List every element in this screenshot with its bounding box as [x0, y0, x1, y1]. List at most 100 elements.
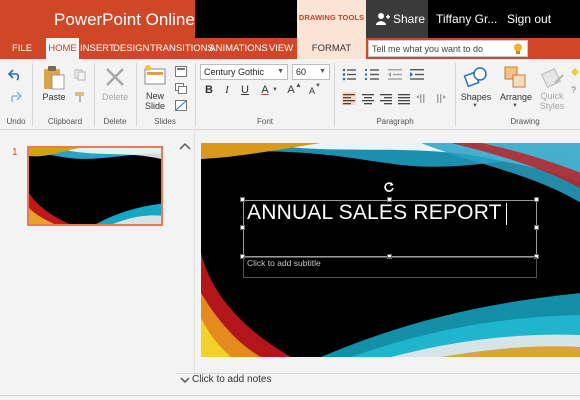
- separator: [94, 63, 95, 127]
- quick-styles-label-1: Quick: [540, 91, 564, 101]
- font-name-value: Century Gothic: [204, 67, 265, 77]
- chevron-down-icon: ▼: [319, 68, 326, 75]
- resize-handle[interactable]: [534, 197, 539, 202]
- separator: [136, 63, 137, 127]
- chevron-down-icon: ▼: [272, 87, 278, 93]
- format-painter-icon[interactable]: [74, 91, 86, 103]
- resize-handle[interactable]: [240, 197, 245, 202]
- tab-insert[interactable]: INSERT: [80, 38, 115, 59]
- app-name: PowerPoint Online: [54, 10, 195, 29]
- tab-view[interactable]: VIEW: [268, 38, 294, 59]
- slide-title[interactable]: ANNUAL SALES REPORT: [247, 201, 502, 225]
- justify-icon[interactable]: [397, 92, 411, 105]
- shape-fill-icon[interactable]: [570, 66, 580, 78]
- slide-number: 1: [12, 147, 18, 158]
- paste-button[interactable]: Paste: [40, 92, 68, 102]
- clipboard-group-label: Clipboard: [47, 117, 83, 126]
- layout-icon[interactable]: [175, 66, 187, 77]
- grow-arrow-icon: ▲: [295, 82, 302, 89]
- quick-styles-icon[interactable]: [541, 65, 565, 91]
- delete-x-icon[interactable]: [104, 66, 126, 88]
- tab-transitions[interactable]: TRANSITIONS: [150, 38, 214, 59]
- user-name[interactable]: Tiffany Gr...: [436, 12, 497, 26]
- tab-home[interactable]: HOME: [46, 38, 79, 59]
- align-center-icon[interactable]: [361, 92, 375, 105]
- font-size-value: 60: [296, 67, 307, 77]
- notes-placeholder[interactable]: Click to add notes: [192, 374, 272, 385]
- resize-handle[interactable]: [240, 225, 245, 230]
- chevron-down-icon: ▼: [472, 103, 478, 109]
- status-bar: [0, 395, 580, 400]
- separator: [334, 63, 335, 127]
- align-right-icon[interactable]: [379, 92, 393, 105]
- chevron-down-icon: ▼: [277, 68, 284, 75]
- font-color-button[interactable]: A: [258, 84, 272, 96]
- undo-icon[interactable]: [8, 69, 22, 81]
- duplicate-slide-icon[interactable]: [175, 83, 187, 94]
- rotate-handle-icon[interactable]: [383, 181, 395, 193]
- tab-file[interactable]: FILE: [8, 38, 36, 59]
- powerpoint-online-window: PowerPoint Online DRAWING TOOLS Share Ti…: [0, 0, 580, 400]
- help-icon[interactable]: ?: [571, 85, 576, 95]
- italic-button[interactable]: I: [220, 84, 234, 96]
- resize-handle[interactable]: [534, 225, 539, 230]
- new-slide-icon[interactable]: [143, 64, 167, 86]
- copy-icon[interactable]: [74, 69, 86, 81]
- chevron-down-icon[interactable]: [180, 375, 190, 385]
- tell-me-box[interactable]: [368, 40, 528, 57]
- undo-group-label: Undo: [6, 117, 26, 126]
- delete-group-label: Delete: [103, 117, 127, 126]
- paste-icon[interactable]: [42, 65, 66, 91]
- hide-slide-icon[interactable]: [175, 100, 187, 111]
- paragraph-group-label: Paragraph: [376, 117, 414, 126]
- pane-divider: [176, 131, 195, 373]
- tab-design[interactable]: DESIGN: [113, 38, 149, 59]
- slides-group-label: Slides: [154, 117, 176, 126]
- tab-animations[interactable]: ANIMATIONS: [209, 38, 268, 59]
- share-button[interactable]: Share: [366, 0, 428, 38]
- shapes-icon[interactable]: [463, 65, 489, 91]
- quick-styles-button[interactable]: Quick Styles: [535, 91, 569, 111]
- app-brand[interactable]: PowerPoint Online: [0, 0, 195, 38]
- text-cursor: [506, 203, 507, 225]
- drawing-tools-label: DRAWING TOOLS: [298, 13, 365, 22]
- font-name-select[interactable]: Century Gothic ▼: [200, 64, 288, 80]
- underline-button[interactable]: U: [238, 84, 252, 96]
- numbering-icon[interactable]: [365, 68, 379, 81]
- new-slide-button[interactable]: New Slide: [140, 91, 170, 111]
- align-left-icon[interactable]: [342, 92, 356, 105]
- separator: [32, 63, 33, 127]
- subtitle-placeholder-text[interactable]: Click to add subtitle: [247, 258, 321, 268]
- shrink-arrow-icon: ▼: [315, 83, 321, 89]
- delete-button[interactable]: Delete: [98, 92, 132, 102]
- bullets-icon[interactable]: [342, 68, 356, 81]
- separator: [195, 63, 196, 127]
- thumbnail-preview: [29, 148, 161, 224]
- new-slide-label-1: New: [145, 91, 164, 101]
- add-person-icon: [376, 13, 390, 25]
- title-bar: PowerPoint Online DRAWING TOOLS Share Ti…: [0, 0, 580, 38]
- slide-thumbnail-1[interactable]: [27, 146, 163, 226]
- shapes-button[interactable]: Shapes: [458, 92, 494, 102]
- arrange-button[interactable]: Arrange: [497, 92, 535, 102]
- increase-indent-icon[interactable]: [410, 68, 424, 81]
- redo-icon[interactable]: [8, 91, 22, 103]
- chevron-up-icon[interactable]: [179, 141, 191, 151]
- bold-button[interactable]: B: [202, 84, 216, 96]
- tab-format[interactable]: FORMAT: [297, 38, 366, 59]
- new-slide-label-2: Slide: [144, 101, 165, 111]
- quick-styles-label-2: Styles: [539, 101, 565, 111]
- share-label: Share: [393, 12, 426, 26]
- drawing-group-label: Drawing: [510, 117, 540, 126]
- text-direction-ltr-icon[interactable]: [433, 92, 447, 105]
- text-direction-rtl-icon[interactable]: [415, 92, 429, 105]
- font-size-select[interactable]: 60 ▼: [292, 64, 330, 80]
- decrease-indent-icon[interactable]: [388, 68, 402, 81]
- font-group-label: Font: [256, 117, 273, 126]
- tell-me-input[interactable]: [372, 43, 506, 54]
- chevron-down-icon: ▼: [512, 103, 518, 109]
- ribbon-home: Undo Paste Clipboard Delete Delete New S…: [0, 59, 580, 130]
- sign-out-link[interactable]: Sign out: [507, 12, 551, 26]
- drawing-tools-group: DRAWING TOOLS: [297, 0, 366, 38]
- arrange-icon[interactable]: [503, 65, 529, 91]
